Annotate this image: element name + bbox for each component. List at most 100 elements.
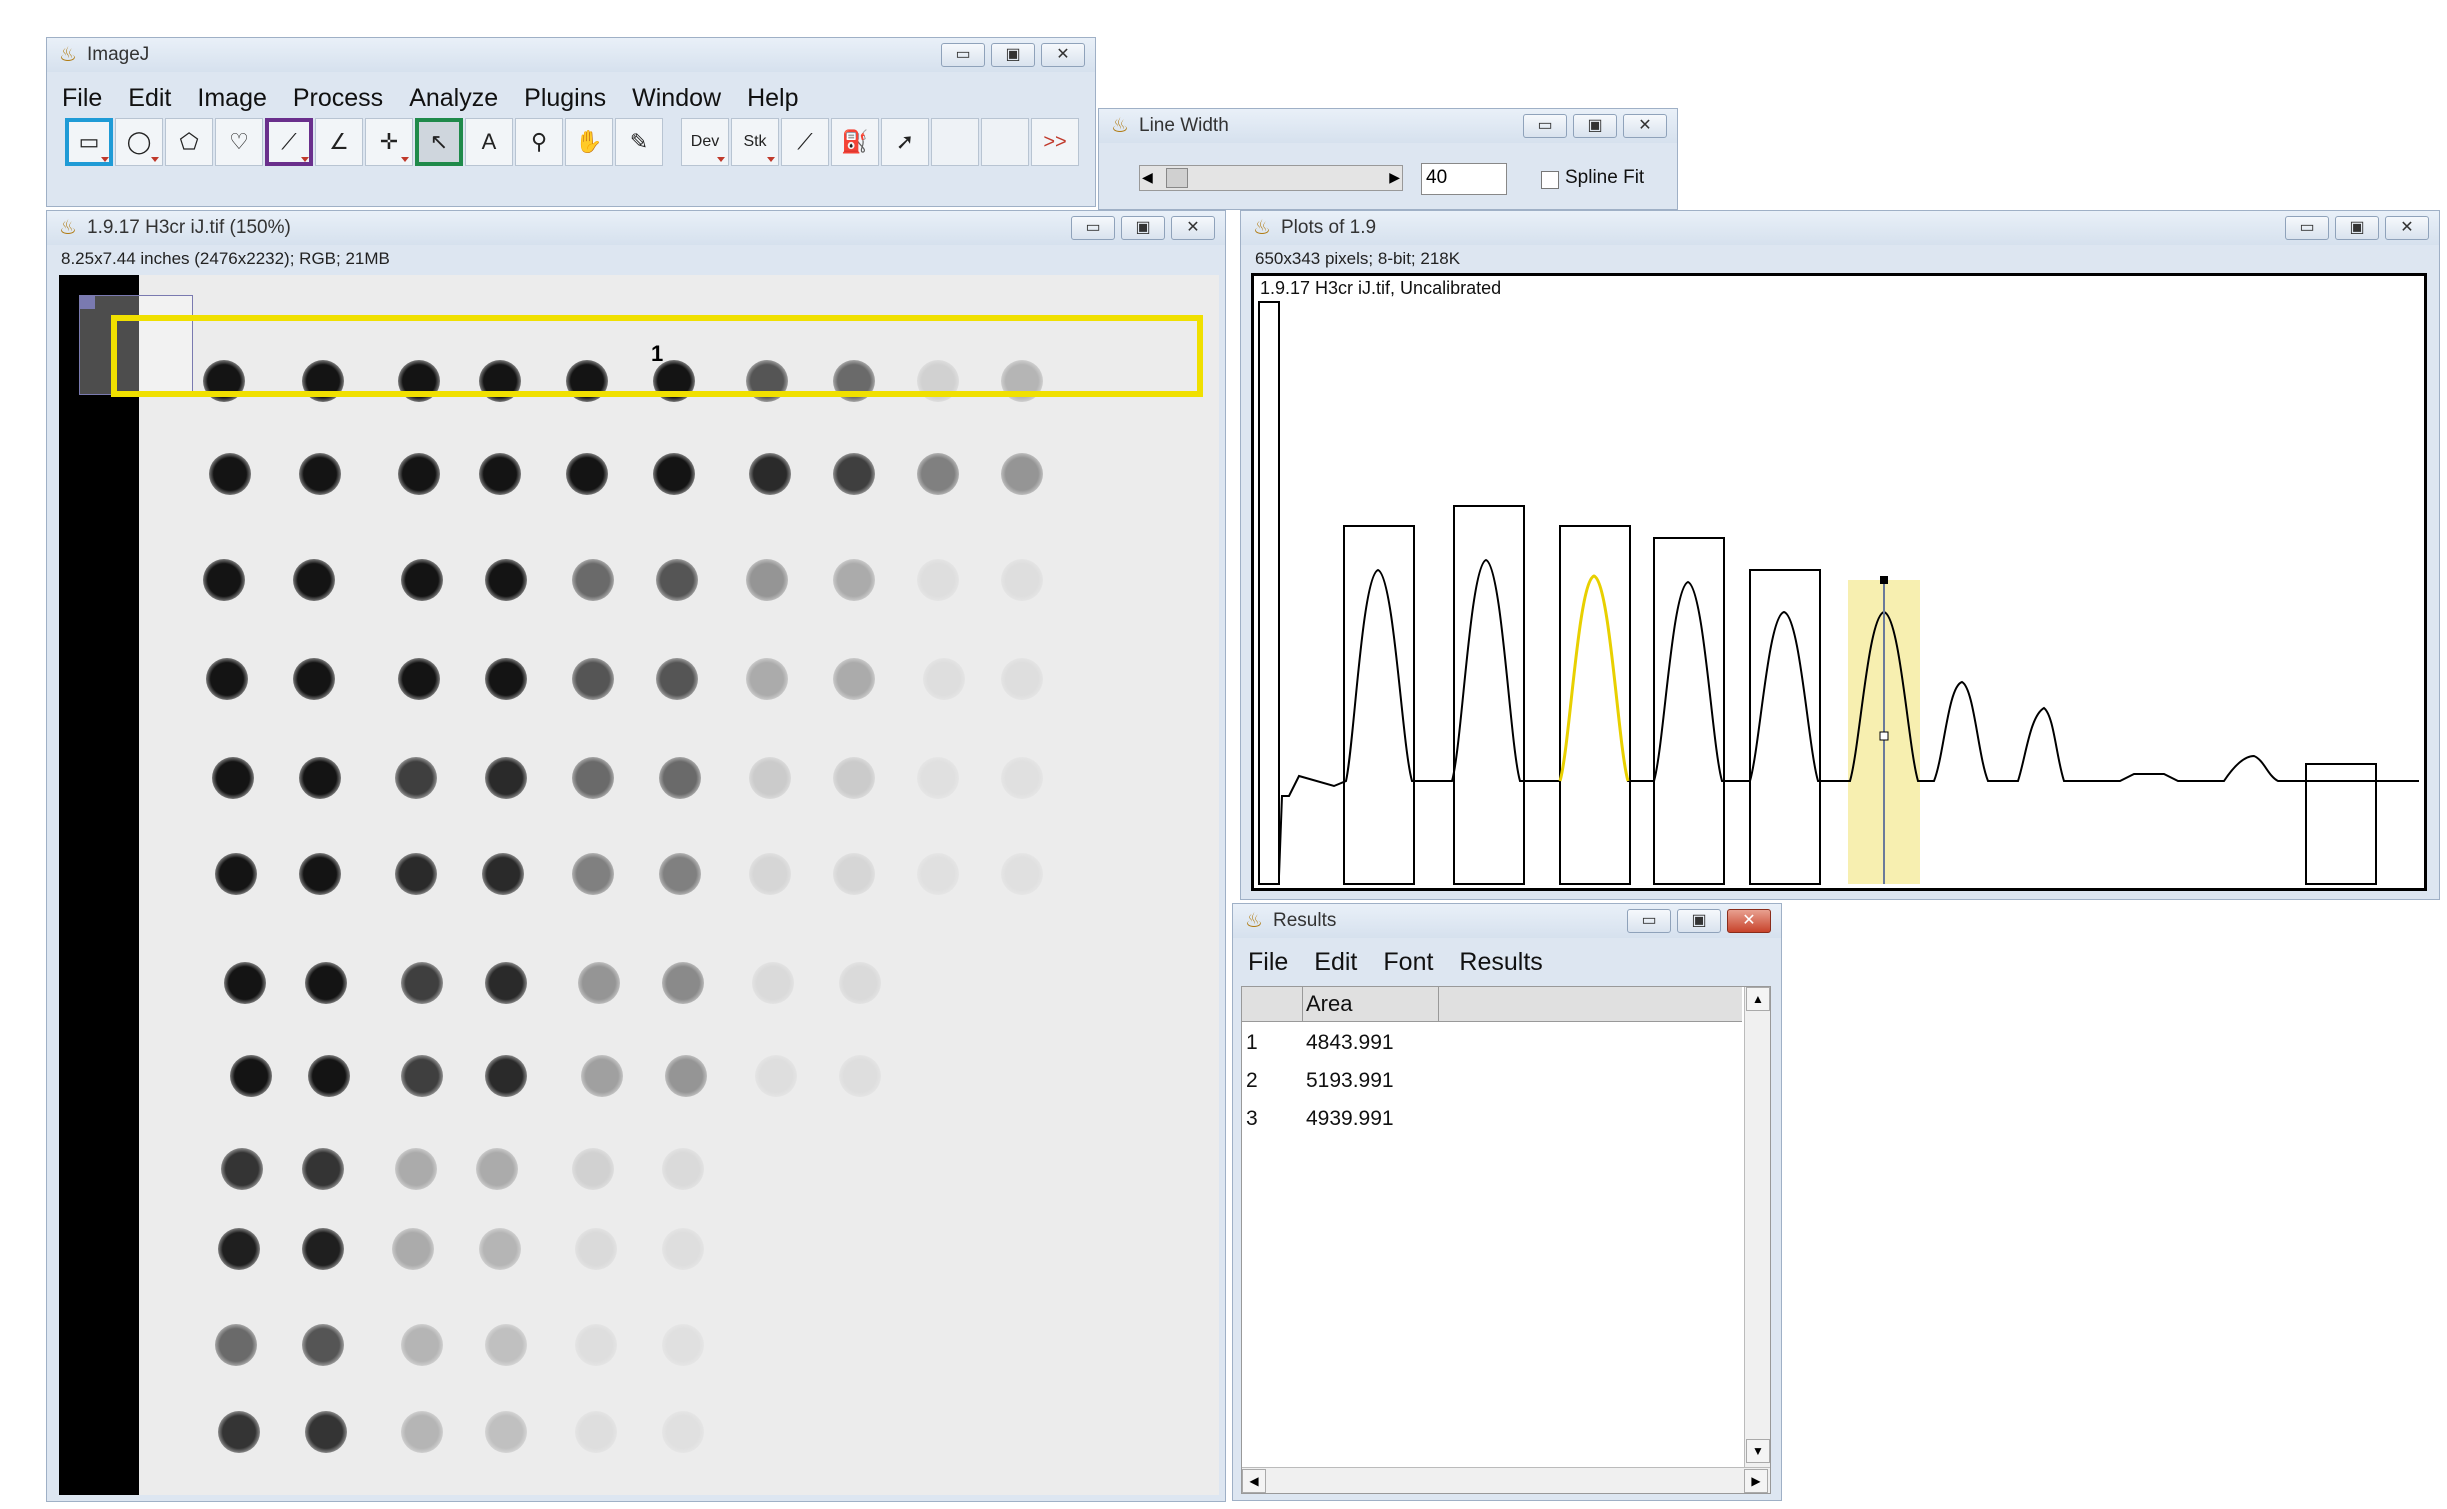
blot-spot	[752, 961, 794, 1004]
table-row[interactable]: 3 4939.991	[1242, 1103, 1742, 1137]
brush-tool-icon[interactable]: ⟋	[781, 118, 829, 166]
blot-spot	[662, 1324, 704, 1367]
close-button[interactable]: ✕	[2385, 216, 2429, 240]
line-width-input[interactable]: 40	[1421, 163, 1507, 195]
flood-fill-tool-icon[interactable]: ⛽	[831, 118, 879, 166]
blot-spot	[566, 453, 608, 496]
hand-tool-icon[interactable]: ✋	[565, 118, 613, 166]
navigator-indicator	[79, 295, 95, 309]
menu-analyze[interactable]: Analyze	[396, 84, 511, 113]
blot-spot	[479, 1228, 521, 1271]
blot-spot	[395, 853, 437, 895]
more-tools[interactable]: >>	[1031, 118, 1079, 166]
plot-titlebar[interactable]: ♨ Plots of 1.9 ▭ ▣ ✕	[1241, 211, 2439, 245]
menu-process[interactable]: Process	[280, 84, 396, 113]
table-row[interactable]: 2 5193.991	[1242, 1065, 1742, 1099]
blot-spot	[656, 657, 698, 700]
oval-tool-icon[interactable]: ◯	[115, 118, 163, 166]
menu-file[interactable]: File	[49, 84, 115, 113]
results-menu-results[interactable]: Results	[1446, 948, 1555, 977]
scroll-right-arrow-icon[interactable]: ▶	[1744, 1469, 1768, 1493]
close-button[interactable]: ✕	[1623, 114, 1667, 138]
maximize-button[interactable]: ▣	[991, 43, 1035, 67]
maximize-button[interactable]: ▣	[1573, 114, 1617, 138]
minimize-button[interactable]: ▭	[1071, 216, 1115, 240]
results-menu-edit[interactable]: Edit	[1301, 948, 1370, 977]
image-titlebar[interactable]: ♨ 1.9.17 H3cr iJ.tif (150%) ▭ ▣ ✕	[47, 211, 1225, 245]
results-vertical-scrollbar[interactable]: ▲ ▼	[1744, 987, 1770, 1467]
blot-spot	[401, 961, 443, 1004]
menu-window[interactable]: Window	[619, 84, 734, 113]
scroll-down-arrow-icon[interactable]: ▼	[1746, 1439, 1770, 1463]
line-width-titlebar[interactable]: ♨ Line Width ▭ ▣ ✕	[1099, 109, 1677, 143]
spline-fit-checkbox[interactable]	[1541, 171, 1559, 189]
imagej-app-icon: ♨	[1245, 910, 1263, 932]
wand-tool-icon[interactable]: ↖	[415, 118, 463, 166]
menu-help[interactable]: Help	[734, 84, 811, 113]
dropper-tool-icon[interactable]: ✎	[615, 118, 663, 166]
results-menu-file[interactable]: File	[1235, 948, 1301, 977]
header-divider	[1438, 987, 1439, 1021]
maximize-button[interactable]: ▣	[1121, 216, 1165, 240]
slider-thumb[interactable]	[1166, 168, 1188, 188]
area-value: 4843.991	[1306, 1031, 1394, 1054]
blot-spot	[578, 961, 620, 1004]
maximize-button[interactable]: ▣	[2335, 216, 2379, 240]
close-button[interactable]: ✕	[1041, 43, 1085, 67]
blank-tool-1[interactable]	[931, 118, 979, 166]
scroll-left-arrow-icon[interactable]: ◀	[1242, 1469, 1266, 1493]
minimize-button[interactable]: ▭	[941, 43, 985, 67]
submenu-indicator-icon	[401, 157, 409, 162]
slider-left-arrow-icon[interactable]: ◀	[1142, 169, 1153, 186]
area-column-header[interactable]: Area	[1306, 991, 1352, 1017]
minimize-button[interactable]: ▭	[1627, 909, 1671, 933]
angle-tool-icon[interactable]: ∠	[315, 118, 363, 166]
menu-plugins[interactable]: Plugins	[511, 84, 619, 113]
close-button[interactable]: ✕	[1727, 909, 1771, 933]
rectangle-tool-icon[interactable]: ▭	[65, 118, 113, 166]
menu-edit[interactable]: Edit	[115, 84, 184, 113]
blot-spot	[1001, 756, 1043, 799]
close-button[interactable]: ✕	[1171, 216, 1215, 240]
stk-tool[interactable]: Stk	[731, 118, 779, 166]
results-menu-font[interactable]: Font	[1370, 948, 1446, 977]
dev-tool[interactable]: Dev	[681, 118, 729, 166]
plot-canvas[interactable]: 1.9.17 H3cr iJ.tif, Uncalibrated	[1251, 273, 2427, 891]
table-row[interactable]: 1 4843.991	[1242, 1027, 1742, 1061]
slider-right-arrow-icon[interactable]: ▶	[1389, 169, 1400, 186]
menu-image[interactable]: Image	[184, 84, 279, 113]
minimize-button[interactable]: ▭	[1523, 114, 1567, 138]
maximize-button[interactable]: ▣	[1677, 909, 1721, 933]
imagej-titlebar[interactable]: ♨ ImageJ ▭ ▣ ✕	[47, 38, 1095, 72]
polygon-tool-icon[interactable]: ⬠	[165, 118, 213, 166]
blot-spot	[401, 1054, 443, 1097]
results-horizontal-scrollbar[interactable]: ◀ ▶	[1242, 1467, 1770, 1493]
straight-line-tool-icon[interactable]: ⟋	[265, 118, 313, 166]
blot-spot	[575, 1228, 617, 1271]
blot-spot	[923, 657, 965, 700]
line-width-slider[interactable]: ◀ ▶	[1139, 165, 1403, 191]
peak-marker-handle-mid	[1879, 731, 1889, 741]
imagej-app-icon: ♨	[59, 44, 77, 66]
magnifier-tool-icon[interactable]: ⚲	[515, 118, 563, 166]
results-titlebar[interactable]: ♨ Results ▭ ▣ ✕	[1233, 904, 1781, 938]
blot-image-canvas[interactable]: 1	[59, 275, 1219, 1495]
minimize-button[interactable]: ▭	[2285, 216, 2329, 240]
blot-spot	[662, 1147, 704, 1190]
scroll-up-arrow-icon[interactable]: ▲	[1746, 987, 1770, 1011]
blot-spot	[299, 756, 341, 799]
blot-spot	[293, 657, 335, 700]
point-tool-icon[interactable]: ✛	[365, 118, 413, 166]
text-tool-icon[interactable]: A	[465, 118, 513, 166]
freehand-tool-icon[interactable]: ♡	[215, 118, 263, 166]
blot-spot	[218, 1228, 260, 1271]
blot-spot	[218, 1411, 260, 1453]
results-table-area[interactable]: Area 1 4843.991 2 5193.991 3 4939.991 ▲ …	[1241, 986, 1771, 1494]
plot-window: ♨ Plots of 1.9 ▭ ▣ ✕ 650x343 pixels; 8-b…	[1240, 210, 2440, 900]
blot-spot	[203, 558, 245, 601]
blot-spot	[575, 1324, 617, 1367]
roi-label: 1	[651, 341, 664, 366]
plot-info: 650x343 pixels; 8-bit; 218K	[1255, 249, 1461, 268]
pin-tool-icon[interactable]: ➚	[881, 118, 929, 166]
blank-tool-2[interactable]	[981, 118, 1029, 166]
